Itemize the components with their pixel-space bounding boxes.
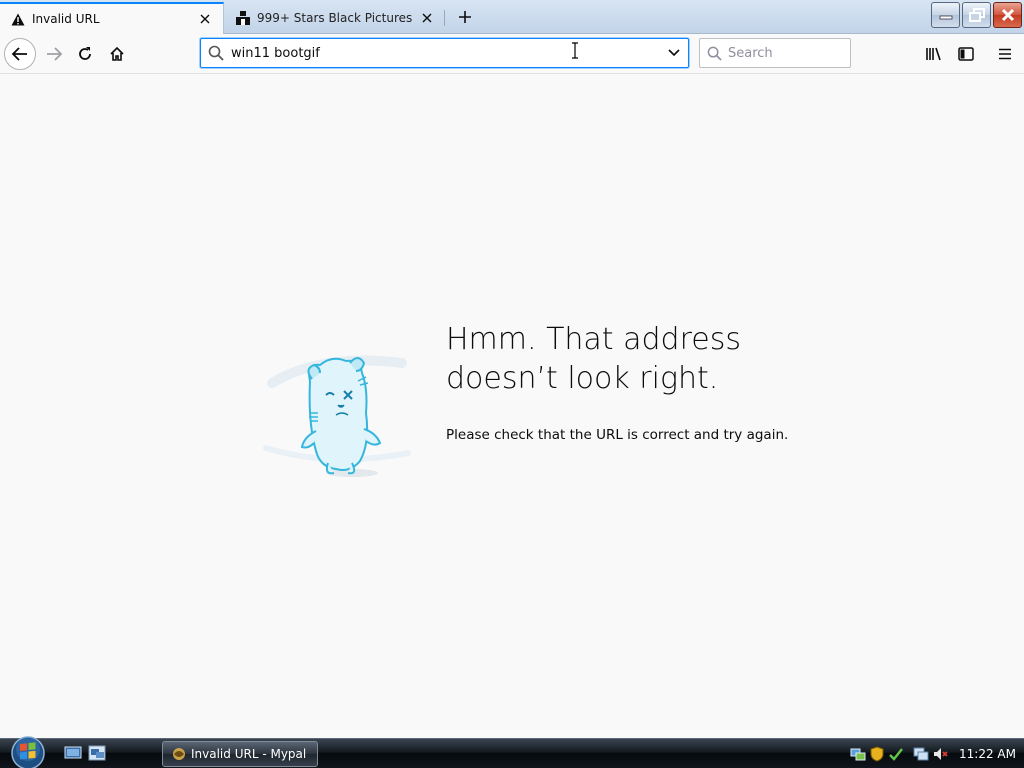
system-tray: 11:22 AM: [850, 739, 1024, 768]
reload-icon: [79, 47, 91, 60]
network-connection-icon[interactable]: [913, 746, 929, 762]
volume-muted-icon[interactable]: [932, 746, 948, 762]
home-button[interactable]: [101, 38, 133, 70]
tab-title: Invalid URL: [32, 12, 100, 26]
close-tab-icon[interactable]: [195, 9, 215, 29]
taskbar-item-label: Invalid URL - Mypal: [191, 747, 307, 761]
sidebar-icon: [958, 47, 974, 61]
checkmark-icon[interactable]: [888, 746, 904, 762]
error-title-line-2: doesn’t look right.: [446, 361, 719, 396]
switch-windows-icon[interactable]: [88, 745, 106, 761]
forward-button[interactable]: [38, 38, 70, 70]
taskbar: Invalid URL - Mypal 11:22 AM: [0, 735, 1024, 768]
navigation-toolbar: [0, 34, 1024, 74]
close-window-button[interactable]: [993, 2, 1022, 28]
taskbar-item-mypal[interactable]: Invalid URL - Mypal: [162, 741, 318, 767]
mypal-browser-icon: [173, 748, 185, 760]
show-desktop-icon[interactable]: [64, 745, 82, 761]
text-cursor-icon: [572, 42, 578, 59]
plus-icon: [459, 11, 471, 23]
warning-icon: [10, 11, 26, 27]
windows-orb-icon: [11, 736, 45, 768]
tab-strip: Invalid URL 999+ Stars Black Pictures | …: [0, 0, 1024, 34]
search-icon: [700, 46, 728, 61]
system-clock[interactable]: 11:22 AM: [959, 747, 1016, 761]
close-icon: [1001, 8, 1014, 22]
search-bar[interactable]: [699, 38, 851, 68]
chevron-down-icon[interactable]: [660, 39, 688, 67]
start-button[interactable]: [8, 735, 48, 768]
home-icon: [110, 46, 124, 61]
tab-stars-black-pictures[interactable]: 999+ Stars Black Pictures | Dow: [225, 2, 445, 34]
minimize-icon: [939, 15, 952, 20]
tab-invalid-url[interactable]: Invalid URL: [0, 2, 224, 34]
error-description: Please check that the URL is correct and…: [446, 427, 789, 443]
library-button[interactable]: [918, 38, 950, 70]
search-icon: [201, 39, 231, 67]
search-input[interactable]: [728, 45, 838, 61]
url-input[interactable]: [231, 45, 660, 61]
tab-title: 999+ Stars Black Pictures | Dow: [257, 11, 417, 25]
error-title-line-1: Hmm. That address: [446, 322, 741, 357]
back-button[interactable]: [4, 38, 36, 70]
url-bar[interactable]: [200, 38, 689, 68]
site-icon: [235, 10, 251, 26]
network-icon[interactable]: [850, 746, 866, 762]
new-tab-button[interactable]: [452, 4, 478, 30]
error-title: Hmm. That address doesn’t look right.: [446, 320, 806, 398]
error-page: Hmm. That address doesn’t look right. Pl…: [0, 75, 1024, 738]
library-icon: [926, 47, 941, 61]
back-arrow-icon: [11, 47, 27, 61]
forward-arrow-icon: [47, 47, 63, 61]
security-shield-icon[interactable]: [869, 746, 885, 762]
reload-button[interactable]: [69, 38, 101, 70]
minimize-button[interactable]: [931, 2, 960, 28]
close-tab-icon[interactable]: [417, 8, 437, 28]
confused-mascot-illustration: [263, 355, 411, 477]
sidebar-button[interactable]: [950, 38, 982, 70]
restore-button[interactable]: [962, 2, 991, 28]
hamburger-menu-icon: [999, 48, 1011, 60]
window-controls: [931, 2, 1022, 28]
menu-button[interactable]: [989, 38, 1021, 70]
restore-icon: [968, 8, 985, 22]
